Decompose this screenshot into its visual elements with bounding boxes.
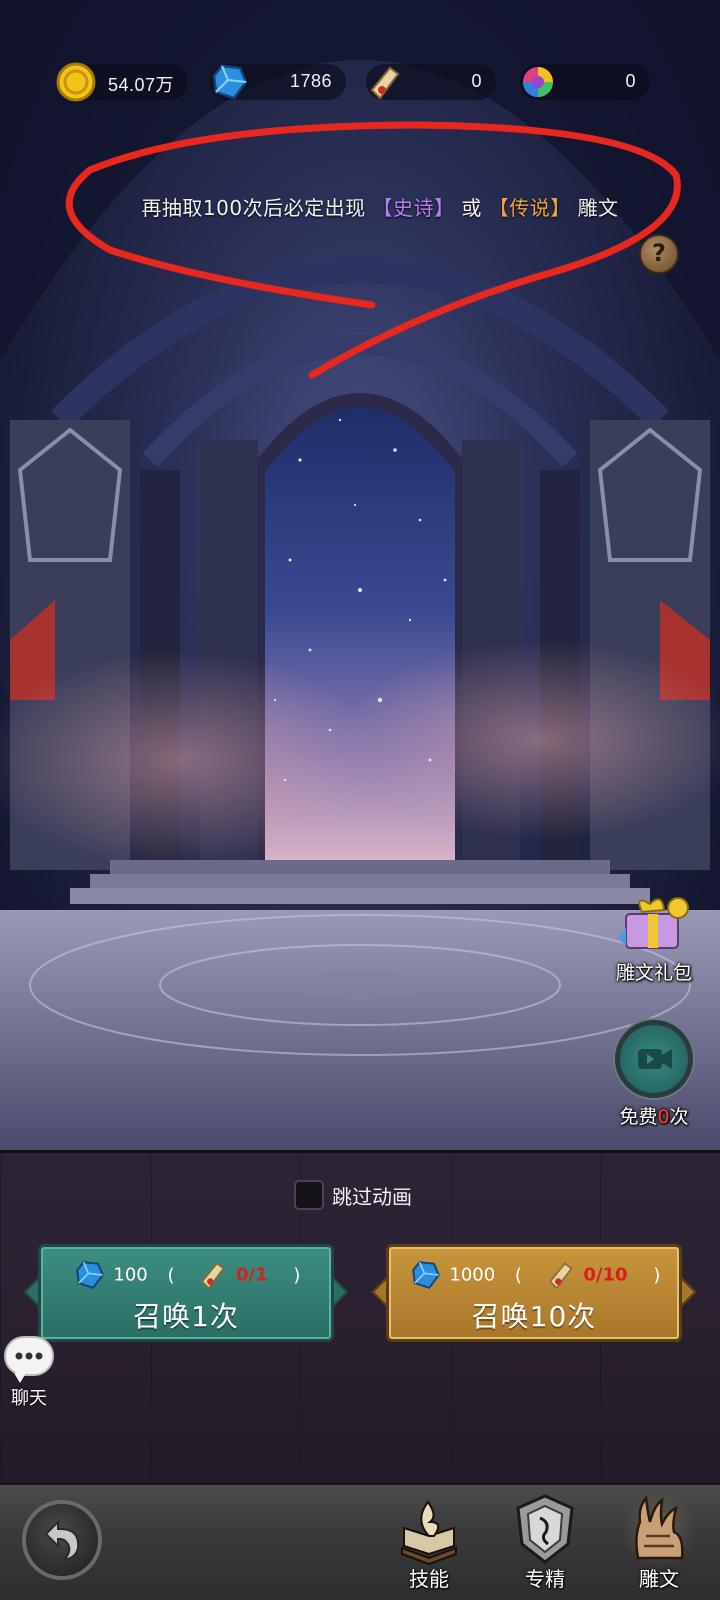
pity-lead: 再抽取100次后必定出现 <box>141 196 366 220</box>
free-video-button[interactable]: 免费0次 <box>606 1020 702 1129</box>
gold-counter[interactable]: 54.07万 <box>56 62 188 102</box>
tab-skill-label: 技能 <box>409 1567 449 1591</box>
rainbow-orb-icon <box>523 67 553 97</box>
pity-tail: 雕文 <box>577 196 619 220</box>
tab-rune[interactable]: 雕文 <box>614 1488 704 1598</box>
summon-once-plate: 100 ( 0/1 ) 召唤1次 <box>38 1244 334 1342</box>
pity-epic: 【史诗】 <box>372 196 455 220</box>
blue-gem-icon <box>212 64 248 100</box>
back-button[interactable] <box>22 1500 102 1580</box>
skip-animation-checkbox[interactable] <box>294 1180 324 1210</box>
rainbow-value: 0 <box>625 71 636 91</box>
summon-once-cost: 100 ( 0/1 ) <box>41 1257 331 1293</box>
gift-box-icon <box>618 897 689 949</box>
gem-counter[interactable]: 1786 <box>210 64 346 100</box>
video-ad-circle <box>615 1020 693 1098</box>
gem-cost: 1000 <box>449 1264 496 1286</box>
pity-legend: 【传说】 <box>488 196 571 220</box>
summon-scroll-icon <box>370 66 400 100</box>
summon-scroll-icon <box>548 1262 573 1290</box>
close-paren: ) <box>653 1264 661 1286</box>
skip-animation-label: 跳过动画 <box>332 1184 412 1209</box>
ellipsis-icon <box>15 1352 43 1360</box>
gold-value: 54.07万 <box>108 75 175 95</box>
skip-animation-toggle[interactable]: 跳过动画 <box>294 1179 412 1211</box>
pity-or: 或 <box>461 196 482 220</box>
summon-ten-button[interactable]: 1000 ( 0/10 ) 召唤10次 <box>371 1244 697 1342</box>
scroll-cost: 0/1 <box>235 1264 268 1286</box>
gold-coin-icon <box>56 62 96 102</box>
scroll-counter[interactable]: 0 <box>366 64 496 100</box>
blue-gem-icon <box>75 1261 104 1289</box>
tab-skill[interactable]: 技能 <box>384 1488 474 1598</box>
summon-once-button[interactable]: 100 ( 0/1 ) 召唤1次 <box>23 1244 349 1342</box>
gift-pack-label: 雕文礼包 <box>615 962 692 984</box>
open-paren: ( <box>514 1264 522 1286</box>
chat-label: 聊天 <box>11 1388 47 1409</box>
pity-notice: 再抽取100次后必定出现 【史诗】 或 【传说】 雕文 <box>0 192 720 221</box>
free-count: 0 <box>657 1106 670 1128</box>
gem-cost: 100 <box>113 1264 148 1286</box>
summon-once-title: 召唤1次 <box>133 1300 239 1333</box>
free-video-label: 免费0次 <box>606 1102 702 1129</box>
video-camera-icon <box>638 1049 672 1069</box>
tab-specialization[interactable]: 专精 <box>500 1488 590 1598</box>
gem-value: 1786 <box>289 71 332 91</box>
back-arrow-icon <box>44 1519 80 1562</box>
free-prefix: 免费 <box>619 1106 658 1128</box>
chat-bubble-icon <box>4 1336 54 1383</box>
summon-ten-cost: 1000 ( 0/10 ) <box>389 1257 679 1293</box>
summon-ten-plate: 1000 ( 0/10 ) 召唤10次 <box>386 1244 682 1342</box>
close-paren: ) <box>293 1264 301 1286</box>
bottom-nav <box>0 1482 720 1600</box>
chat-button[interactable]: 聊天 <box>4 1336 54 1410</box>
open-paren: ( <box>167 1264 175 1286</box>
specialization-shield-icon <box>516 1494 574 1564</box>
scroll-cost: 0/10 <box>583 1264 628 1286</box>
summon-scroll-icon <box>201 1262 225 1290</box>
rune-claw-icon <box>635 1494 684 1560</box>
scroll-value: 0 <box>471 71 482 91</box>
summon-ten-title: 召唤10次 <box>471 1300 597 1333</box>
rainbow-counter[interactable]: 0 <box>520 64 650 100</box>
free-suffix: 次 <box>669 1106 689 1128</box>
blue-gem-icon <box>411 1261 440 1289</box>
tab-specialization-label: 专精 <box>525 1567 565 1591</box>
help-button[interactable]: ? <box>639 234 679 274</box>
tab-rune-label: 雕文 <box>639 1567 679 1591</box>
skill-book-icon <box>401 1500 457 1566</box>
rune-gift-pack-button[interactable]: 雕文礼包 <box>606 888 702 985</box>
